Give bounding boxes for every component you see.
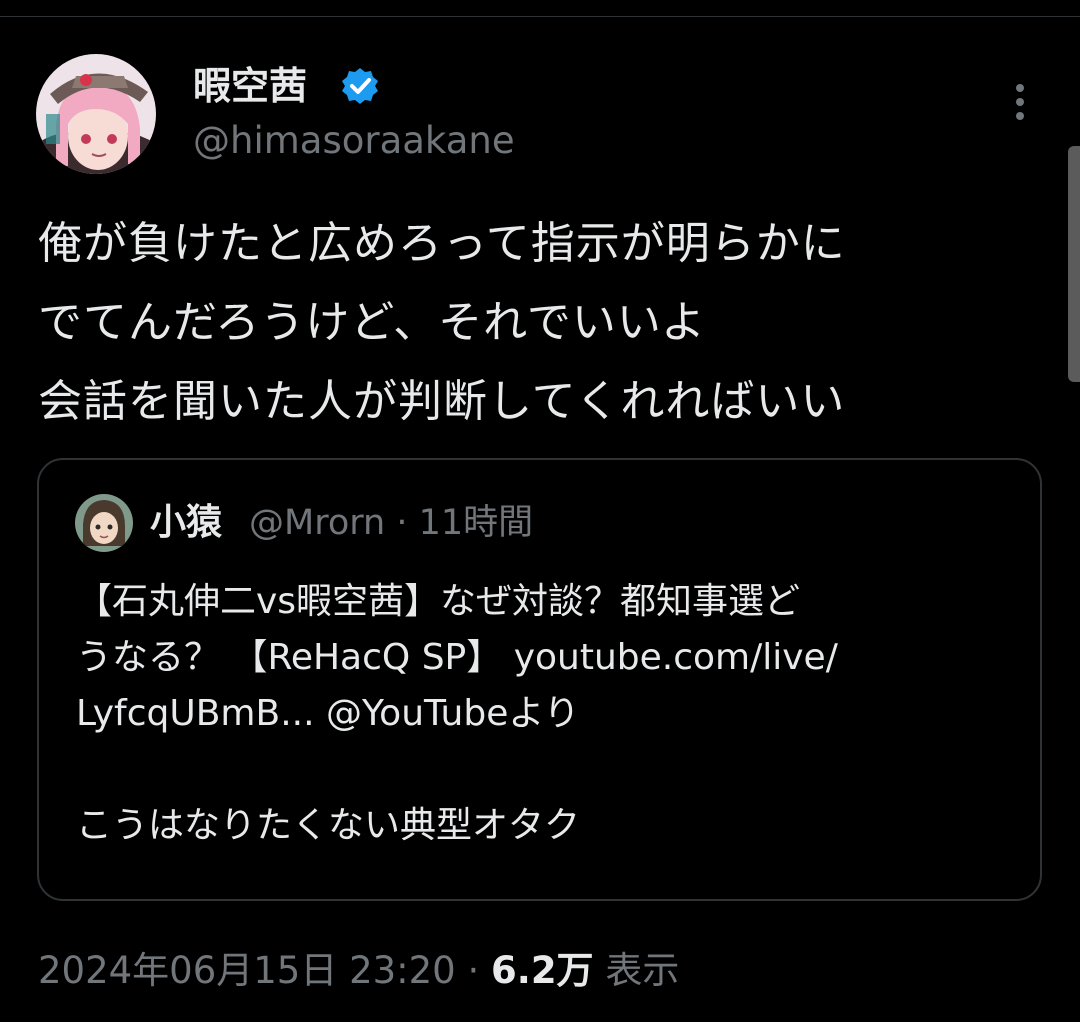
quoted-line: こうはなりたくない典型オタク xyxy=(76,805,581,846)
verified-badge-icon xyxy=(340,66,380,106)
scrollbar[interactable] xyxy=(1068,146,1080,382)
tweet-text: 俺が負けたと広めろって指示が明らかに でてんだろうけど、それでいいよ 会話を聞い… xyxy=(38,204,1048,441)
quoted-author-avatar[interactable] xyxy=(75,494,133,552)
author-avatar[interactable] xyxy=(36,54,156,174)
meta-separator: · xyxy=(396,503,408,543)
quoted-handle[interactable]: @Mrorn xyxy=(249,503,385,543)
author-handle[interactable]: @himasoraakane xyxy=(193,118,515,164)
quoted-time: 11時間 xyxy=(418,503,534,543)
tweet-timestamp[interactable]: 2024年06月15日 23:20 xyxy=(38,949,456,992)
quoted-meta: @Mrorn · 11時間 xyxy=(249,500,533,546)
quoted-text: 【石丸伸二vs暇空茜】なぜ対談？都知事選ど うなる？ 【ReHacQ SP】 y… xyxy=(76,574,1026,854)
quoted-display-name[interactable]: 小猿 xyxy=(150,500,222,546)
quoted-line-blank xyxy=(76,742,1026,798)
tweet-footer: 2024年06月15日 23:20 · 6.2万 表示 xyxy=(38,945,679,997)
tweet-line: でてんだろうけど、それでいいよ xyxy=(38,297,706,348)
quoted-tweet-card[interactable]: 小猿 @Mrorn · 11時間 【石丸伸二vs暇空茜】なぜ対談？都知事選ど う… xyxy=(37,458,1042,901)
top-divider xyxy=(0,16,1080,17)
quoted-line: 【石丸伸二vs暇空茜】なぜ対談？都知事選ど xyxy=(76,581,801,622)
tweet-line: 俺が負けたと広めろって指示が明らかに xyxy=(38,218,846,269)
quoted-line: LyfcqUBmB... @YouTubeより xyxy=(76,693,580,734)
more-options-icon[interactable] xyxy=(1000,82,1040,122)
author-display-name[interactable]: 暇空茜 xyxy=(193,62,307,110)
tweet-line: 会話を聞いた人が判断してくれればいい xyxy=(38,376,846,427)
quoted-line: うなる？ 【ReHacQ SP】 youtube.com/live/ xyxy=(76,637,838,678)
footer-separator: · xyxy=(467,949,480,992)
view-count: 6.2万 xyxy=(491,949,594,992)
views-label: 表示 xyxy=(605,949,680,992)
